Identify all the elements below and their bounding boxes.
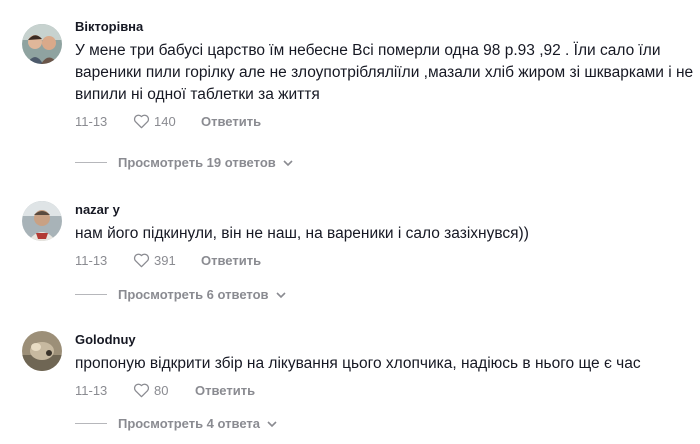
view-replies-label: Просмотреть 4 ответа: [118, 416, 260, 431]
comment-username[interactable]: Golodnuy: [75, 331, 694, 348]
view-replies-button[interactable]: Просмотреть 6 ответов: [75, 287, 287, 302]
chevron-down-icon: [275, 291, 286, 298]
reply-button[interactable]: Ответить: [195, 383, 255, 398]
chevron-down-icon: [267, 420, 277, 427]
avatar[interactable]: [22, 331, 62, 371]
view-replies-button[interactable]: Просмотреть 19 ответов: [75, 155, 294, 170]
comment-date: 11-13: [75, 382, 108, 398]
view-replies-label: Просмотреть 19 ответов: [118, 155, 276, 170]
like-count: 80: [154, 382, 169, 398]
comment-date: 11-13: [75, 113, 108, 129]
heart-outline-icon: [133, 383, 150, 398]
view-replies-label: Просмотреть 6 ответов: [118, 287, 269, 302]
divider-line: [75, 162, 107, 163]
divider-line: [75, 423, 107, 424]
comment-text: нам його підкинули, він не наш, на варен…: [75, 225, 529, 242]
comment-meta: 11-13 140 Ответить: [75, 112, 694, 130]
like-button[interactable]: 80: [133, 382, 195, 398]
like-count: 140: [154, 113, 176, 129]
avatar[interactable]: [22, 201, 62, 241]
comment-meta: 11-13 80 Ответить: [75, 381, 694, 399]
like-count: 391: [154, 252, 176, 268]
like-button[interactable]: 140: [133, 113, 201, 129]
comment-username[interactable]: nazar y: [75, 201, 694, 218]
like-button[interactable]: 391: [133, 252, 201, 268]
comment-meta: 11-13 391 Ответить: [75, 251, 694, 269]
heart-outline-icon: [133, 253, 150, 268]
avatar[interactable]: [22, 24, 62, 64]
heart-outline-icon: [133, 114, 150, 129]
chevron-down-icon: [283, 159, 293, 166]
reply-button[interactable]: Ответить: [201, 114, 261, 129]
comment-text: У мене три бабусі царство їм небесне Всі…: [75, 42, 694, 103]
divider-line: [75, 294, 107, 295]
comment-username[interactable]: Вікторівна: [75, 18, 694, 35]
view-replies-button[interactable]: Просмотреть 4 ответа: [75, 416, 278, 431]
comment-text: пропоную відкрити збір на лікування цьог…: [75, 355, 641, 372]
comment-date: 11-13: [75, 252, 108, 268]
reply-button[interactable]: Ответить: [201, 253, 261, 268]
